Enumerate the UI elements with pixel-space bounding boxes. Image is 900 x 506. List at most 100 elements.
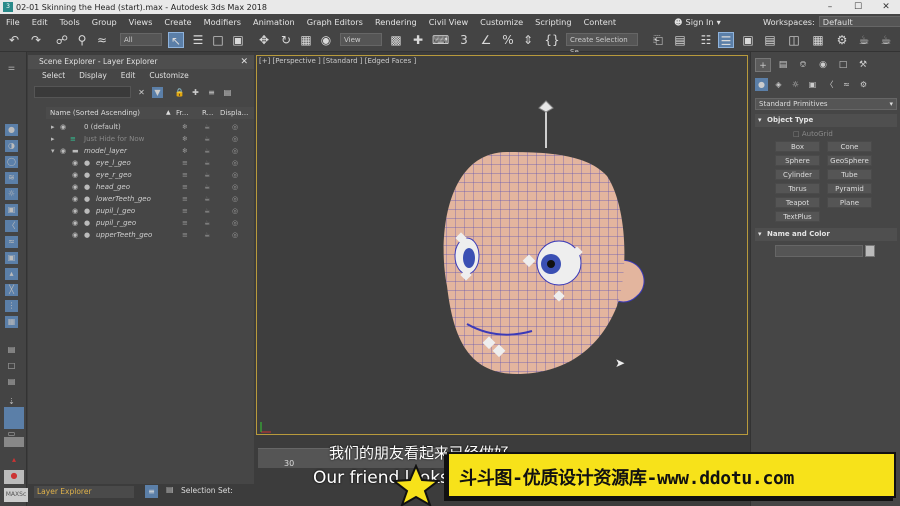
- spinner-snap-icon[interactable]: ⇕: [520, 32, 536, 48]
- cone-button[interactable]: Cone: [827, 141, 872, 152]
- select-by-name-icon[interactable]: ☰: [190, 32, 206, 48]
- layer-stack-icon[interactable]: ≡: [182, 169, 188, 181]
- select-object-icon[interactable]: ↖: [168, 32, 184, 48]
- eye-icon[interactable]: ◉: [60, 145, 66, 157]
- teapot-icon[interactable]: ☕: [204, 157, 210, 169]
- display-lights-icon[interactable]: ☼: [5, 188, 18, 200]
- align-icon[interactable]: ▤: [672, 32, 688, 48]
- collapsed-explorer-icon[interactable]: [4, 437, 24, 447]
- torus-button[interactable]: Torus: [775, 183, 820, 194]
- layer-stack-icon[interactable]: ≡: [182, 217, 188, 229]
- display-mode-icon[interactable]: ◎: [232, 217, 238, 229]
- motion-tab-icon[interactable]: ◉: [815, 58, 831, 72]
- menu-customize-explorer[interactable]: Customize: [149, 69, 188, 83]
- pin-icon[interactable]: ⚌: [5, 62, 18, 74]
- close-icon[interactable]: ✕: [240, 55, 248, 69]
- tube-button[interactable]: Tube: [827, 169, 872, 180]
- menu-tools[interactable]: Tools: [54, 17, 86, 27]
- display-mode-icon[interactable]: ◎: [232, 169, 238, 181]
- teapot-icon[interactable]: ☕: [204, 205, 210, 217]
- timeslider-icon[interactable]: ▴: [4, 454, 24, 466]
- tree-row-object[interactable]: ◉ ● upperTeeth_geo ≡ ☕ ◎: [46, 229, 254, 241]
- display-children-icon[interactable]: ▤: [5, 344, 18, 356]
- teapot-button[interactable]: Teapot: [775, 197, 820, 208]
- display-mode-icon[interactable]: ◎: [232, 193, 238, 205]
- teapot-icon[interactable]: ☕: [204, 145, 210, 157]
- display-containers-icon[interactable]: ▦: [5, 316, 18, 328]
- layer-stack-icon[interactable]: ≡: [182, 193, 188, 205]
- pivot-center-icon[interactable]: ▩: [388, 32, 404, 48]
- menu-civil-view[interactable]: Civil View: [423, 17, 474, 27]
- layer-explorer-toggle-icon[interactable]: ☰: [718, 32, 734, 48]
- create-tab-icon[interactable]: +: [755, 58, 771, 72]
- expand-arrow-icon[interactable]: ▸: [51, 121, 55, 133]
- teapot-icon[interactable]: ☕: [204, 217, 210, 229]
- space-warps-icon[interactable]: ≈: [840, 78, 853, 91]
- freeze-icon[interactable]: ❄: [182, 145, 188, 157]
- sign-in-button[interactable]: ☻ Sign In ▾: [674, 15, 721, 28]
- search-input[interactable]: [34, 86, 131, 98]
- undo-icon[interactable]: ↶: [6, 32, 22, 48]
- head-model[interactable]: [257, 56, 749, 436]
- object-name-field[interactable]: [775, 245, 863, 257]
- display-spacewarps-icon[interactable]: ≈: [5, 236, 18, 248]
- layer-stack-icon[interactable]: ≡: [182, 205, 188, 217]
- menu-content[interactable]: Content: [578, 17, 623, 27]
- display-geometry-icon[interactable]: ◯: [5, 156, 18, 168]
- display-mode-icon[interactable]: ◎: [232, 205, 238, 217]
- systems-icon[interactable]: ⚙: [857, 78, 870, 91]
- tree-row-model-layer[interactable]: ▾ ◉ ▬ model_layer ❄ ☕ ◎: [46, 145, 254, 157]
- display-dependents-icon[interactable]: ▤: [5, 376, 18, 388]
- menu-customize[interactable]: Customize: [474, 17, 529, 27]
- cameras-icon[interactable]: ▣: [806, 78, 819, 91]
- menu-group[interactable]: Group: [86, 17, 123, 27]
- utilities-tab-icon[interactable]: ⚒: [855, 58, 871, 72]
- geometry-icon[interactable]: ●: [755, 78, 768, 91]
- select-manipulate-icon[interactable]: ✚: [410, 32, 426, 48]
- menu-edit-explorer[interactable]: Edit: [121, 69, 136, 83]
- name-and-color-rollout[interactable]: ▾ Name and Color: [755, 228, 897, 241]
- pyramid-button[interactable]: Pyramid: [827, 183, 872, 194]
- workspaces-dropdown[interactable]: Default: [818, 16, 900, 27]
- menu-display[interactable]: Display: [79, 69, 107, 83]
- display-mode-icon[interactable]: ◎: [232, 157, 238, 169]
- curve-editor-icon[interactable]: ▤: [762, 32, 778, 48]
- mirror-icon[interactable]: ⎗: [650, 32, 666, 48]
- menu-modifiers[interactable]: Modifiers: [198, 17, 247, 27]
- snaps-toggle-icon[interactable]: 3: [456, 32, 472, 48]
- display-all-icon[interactable]: ◑: [5, 140, 18, 152]
- material-editor-icon[interactable]: ▦: [810, 32, 826, 48]
- layer-stack-icon[interactable]: ≡: [182, 157, 188, 169]
- menu-scripting[interactable]: Scripting: [529, 17, 577, 27]
- freeze-icon[interactable]: ❄: [182, 133, 188, 145]
- close-window-button[interactable]: ✕: [872, 0, 900, 14]
- scene-explorer-toggle-icon[interactable]: ☷: [698, 32, 714, 48]
- window-crossing-icon[interactable]: ▣: [230, 32, 246, 48]
- freeze-icon[interactable]: ❄: [182, 121, 188, 133]
- display-mode-icon[interactable]: ◎: [232, 229, 238, 241]
- textplus-button[interactable]: TextPlus: [775, 211, 820, 222]
- maxscript-listener[interactable]: MAXSc: [4, 488, 28, 502]
- teapot-icon[interactable]: ☕: [204, 229, 210, 241]
- display-tab-icon[interactable]: □: [835, 58, 851, 72]
- display-none-icon[interactable]: ●: [5, 124, 18, 136]
- bone-handle-tip[interactable]: [538, 100, 554, 113]
- menu-views[interactable]: Views: [123, 17, 159, 27]
- perspective-viewport[interactable]: [+] [Perspective ] [Standard ] [Edged Fa…: [256, 55, 748, 435]
- menu-animation[interactable]: Animation: [247, 17, 301, 27]
- cylinder-button[interactable]: Cylinder: [775, 169, 820, 180]
- named-selection-dropdown[interactable]: Create Selection Se: [566, 33, 638, 56]
- selection-set-icon[interactable]: ▤: [166, 485, 174, 494]
- filter-icon[interactable]: ▼: [152, 87, 163, 98]
- maximize-button[interactable]: ☐: [844, 0, 872, 14]
- geosphere-button[interactable]: GeoSphere: [827, 155, 872, 166]
- unlink-icon[interactable]: ⚲: [74, 32, 90, 48]
- shapes-icon[interactable]: ◈: [772, 78, 785, 91]
- keyboard-shortcut-icon[interactable]: ⌨: [432, 32, 449, 48]
- tree-row-object[interactable]: ◉ ● pupil_l_geo ≡ ☕ ◎: [46, 205, 254, 217]
- column-name[interactable]: Name (Sorted Ascending): [46, 107, 166, 119]
- layer-stack-icon[interactable]: ≡: [206, 87, 217, 98]
- eye-icon[interactable]: ◉: [72, 205, 78, 217]
- display-mode-icon[interactable]: ◎: [232, 121, 238, 133]
- selection-filter-dropdown[interactable]: All: [120, 33, 162, 46]
